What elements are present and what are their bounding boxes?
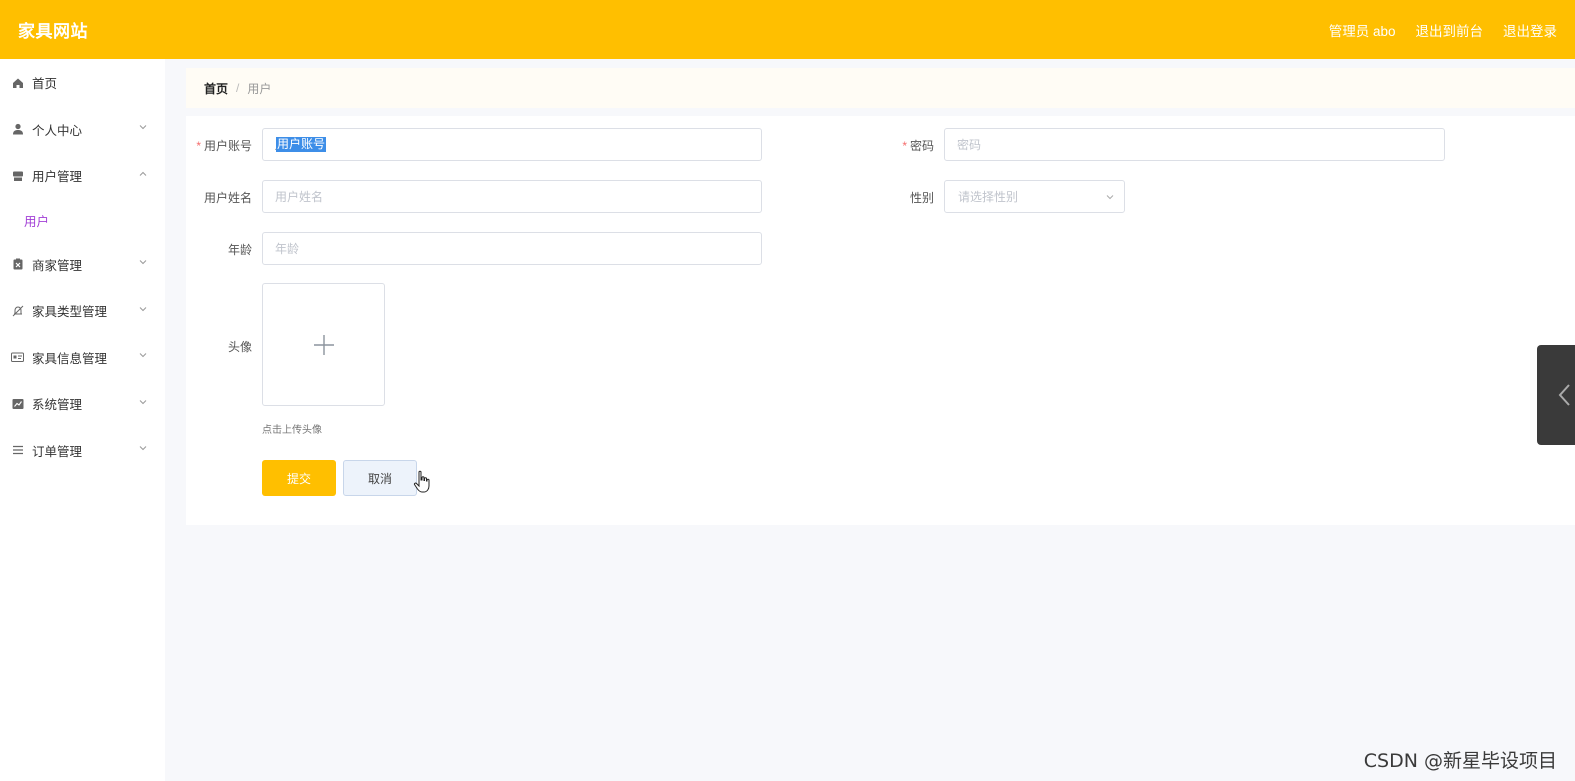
gender-label: 性别: [909, 191, 934, 205]
plus-icon: [313, 334, 334, 355]
sidebar-item-furniture-type-management[interactable]: 家具类型管理: [0, 288, 165, 335]
chevron-down-icon: [139, 446, 147, 451]
home-icon: [11, 76, 24, 89]
hand-cursor-icon: [413, 470, 430, 493]
top-header: 家具网站 管理员 abo 退出到前台 退出登录: [0, 0, 1575, 59]
sidebar-item-label: 个人中心: [32, 123, 83, 138]
sidebar-item-furniture-info-management[interactable]: 家具信息管理: [0, 334, 165, 381]
admin-user-label: 管理员 abo: [1328, 23, 1396, 39]
chevron-down-icon: [139, 399, 147, 404]
breadcrumb-current: 用户: [247, 81, 272, 96]
side-collapse-tab[interactable]: [1537, 345, 1575, 445]
account-input[interactable]: [262, 128, 762, 161]
watermark: CSDN @新星毕设项目: [1363, 750, 1557, 772]
user-icon: [11, 123, 24, 136]
chevron-up-icon: [139, 171, 147, 176]
required-mark: *: [196, 139, 201, 153]
header-actions: 管理员 abo 退出到前台 退出登录: [1329, 20, 1557, 40]
sidebar-item-system-management[interactable]: 系统管理: [0, 381, 165, 428]
cancel-button[interactable]: 取消: [343, 460, 417, 496]
sidebar-subitem-users[interactable]: 用户: [0, 199, 165, 241]
back-to-front-link[interactable]: 退出到前台: [1416, 20, 1484, 40]
sidebar-item-home[interactable]: 首页: [0, 59, 165, 106]
gender-select-placeholder: 请选择性别: [958, 190, 1019, 204]
breadcrumb: 首页 / 用户: [186, 68, 1575, 108]
age-label: 年龄: [227, 243, 252, 257]
avatar-upload[interactable]: [262, 283, 385, 406]
chevron-left-icon: [1558, 384, 1570, 406]
chevron-down-icon: [1106, 195, 1114, 200]
sidebar-item-merchant-management[interactable]: 商家管理: [0, 241, 165, 288]
gender-select[interactable]: 请选择性别: [944, 180, 1125, 213]
sidebar: 首页 个人中心 用户管理 用户 商家管理 家具类型管理 家具信息管理 系统管理 …: [0, 59, 165, 781]
chart-icon: [11, 397, 24, 410]
store-icon: [11, 169, 24, 182]
site-brand: 家具网站: [18, 22, 88, 41]
chevron-down-icon: [139, 306, 147, 311]
password-label: * 密码: [902, 139, 934, 153]
sidebar-item-label: 订单管理: [32, 444, 83, 459]
avatar-label: 头像: [227, 340, 252, 354]
bell-off-icon: [11, 304, 24, 317]
sidebar-item-label: 家具类型管理: [32, 305, 108, 320]
required-mark: *: [902, 139, 907, 153]
breadcrumb-home[interactable]: 首页: [204, 80, 228, 97]
name-input[interactable]: [262, 180, 762, 213]
age-input[interactable]: [262, 232, 762, 265]
sidebar-item-order-management[interactable]: 订单管理: [0, 427, 165, 474]
chevron-down-icon: [139, 353, 147, 358]
password-input[interactable]: [944, 128, 1445, 161]
list-icon: [11, 444, 24, 457]
chevron-down-icon: [139, 125, 147, 130]
clipboard-icon: [11, 258, 24, 271]
account-label: * 用户账号: [196, 139, 252, 153]
avatar-upload-hint: 点击上传头像: [262, 425, 322, 436]
logout-link[interactable]: 退出登录: [1503, 20, 1557, 40]
sidebar-item-label: 系统管理: [32, 398, 83, 413]
sidebar-item-user-management[interactable]: 用户管理: [0, 153, 165, 200]
sidebar-item-label: 家具信息管理: [32, 351, 108, 366]
sidebar-item-label: 商家管理: [32, 258, 83, 273]
card-icon: [11, 351, 24, 364]
submit-button[interactable]: 提交: [262, 460, 336, 496]
name-label: 用户姓名: [203, 191, 252, 205]
chevron-down-icon: [139, 260, 147, 265]
sidebar-item-label: 用户管理: [32, 170, 83, 185]
sidebar-item-personal-center[interactable]: 个人中心: [0, 106, 165, 153]
breadcrumb-separator: /: [236, 81, 240, 95]
sidebar-item-label: 首页: [32, 77, 58, 91]
